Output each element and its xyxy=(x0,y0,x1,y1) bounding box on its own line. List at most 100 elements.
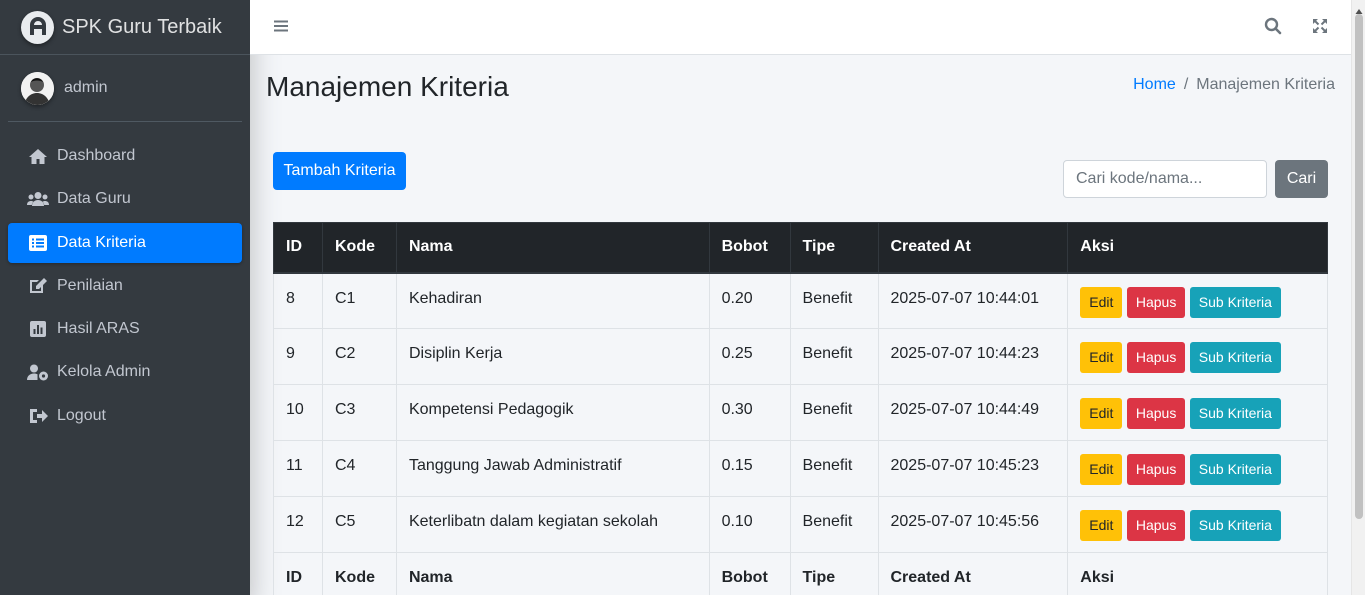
home-icon xyxy=(27,147,49,165)
table-row: 10 C3 Kompetensi Pedagogik 0.30 Benefit … xyxy=(273,384,1328,441)
sidebar-item-kelola-admin[interactable]: Kelola Admin xyxy=(8,352,242,392)
cell-nama: Kompetensi Pedagogik xyxy=(395,384,710,441)
bars-icon[interactable] xyxy=(273,18,289,34)
cell-aksi: Edit Hapus Sub Kriteria xyxy=(1067,440,1328,497)
search-button[interactable]: Cari xyxy=(1275,160,1328,198)
cell-tipe: Benefit xyxy=(789,272,879,329)
sub-kriteria-button[interactable]: Sub Kriteria xyxy=(1189,510,1281,541)
sidebar-item-label: Data Guru xyxy=(57,190,131,208)
cell-bobot: 0.15 xyxy=(708,440,791,497)
cell-kode: C4 xyxy=(321,440,397,497)
delete-button[interactable]: Hapus xyxy=(1126,510,1186,541)
search-icon[interactable] xyxy=(1264,17,1282,35)
cell-tipe: Benefit xyxy=(789,384,879,441)
page-scrollbar[interactable] xyxy=(1351,0,1365,595)
user-cog-icon xyxy=(27,363,49,381)
user-name: admin xyxy=(64,79,108,96)
cell-bobot: 0.30 xyxy=(708,384,791,441)
sub-kriteria-button[interactable]: Sub Kriteria xyxy=(1189,342,1281,373)
kriteria-table: ID Kode Nama Bobot Tipe Created At Aksi … xyxy=(273,222,1328,595)
expand-icon[interactable] xyxy=(1311,17,1329,35)
cell-created-at: 2025-07-07 10:44:49 xyxy=(877,384,1069,441)
main-content: Manajemen Kriteria Home / Manajemen Krit… xyxy=(250,55,1351,595)
list-icon xyxy=(27,234,49,252)
cell-nama: Keterlibatn dalam kegiatan sekolah xyxy=(395,496,710,553)
breadcrumb-current: Manajemen Kriteria xyxy=(1196,76,1335,93)
cell-bobot: 0.10 xyxy=(708,496,791,553)
sub-kriteria-button[interactable]: Sub Kriteria xyxy=(1189,454,1281,485)
cell-kode: C5 xyxy=(321,496,397,553)
header-bobot: Bobot xyxy=(708,222,791,274)
cell-aksi: Edit Hapus Sub Kriteria xyxy=(1067,496,1328,553)
cell-bobot: 0.20 xyxy=(708,272,791,329)
user-panel[interactable]: admin xyxy=(8,55,242,122)
cell-created-at: 2025-07-07 10:45:23 xyxy=(877,440,1069,497)
footer-kode: Kode xyxy=(321,552,397,595)
footer-tipe: Tipe xyxy=(789,552,879,595)
sidebar-nav: Dashboard Data Guru Data Kriteria Penila… xyxy=(0,122,250,436)
sign-out-icon xyxy=(27,407,49,425)
delete-button[interactable]: Hapus xyxy=(1126,342,1186,373)
brand-link[interactable]: SPK Guru Terbaik xyxy=(0,0,250,55)
add-kriteria-button[interactable]: Tambah Kriteria xyxy=(273,152,406,190)
kriteria-table-wrapper: ID Kode Nama Bobot Tipe Created At Aksi … xyxy=(273,222,1328,595)
chart-icon xyxy=(27,320,49,338)
cell-tipe: Benefit xyxy=(789,496,879,553)
brand-name: SPK Guru Terbaik xyxy=(62,15,222,38)
header-nama: Nama xyxy=(395,222,710,274)
cell-bobot: 0.25 xyxy=(708,328,791,385)
sidebar-item-hasil-aras[interactable]: Hasil ARAS xyxy=(8,309,242,349)
edit-button[interactable]: Edit xyxy=(1080,286,1123,318)
sidebar-item-data-kriteria[interactable]: Data Kriteria xyxy=(8,222,242,263)
header-id: ID xyxy=(273,222,323,274)
edit-button[interactable]: Edit xyxy=(1080,510,1123,541)
table-row: 9 C2 Disiplin Kerja 0.25 Benefit 2025-07… xyxy=(273,328,1328,385)
scrollbar-thumb[interactable] xyxy=(1355,14,1363,519)
delete-button[interactable]: Hapus xyxy=(1126,286,1186,318)
sidebar-item-penilaian[interactable]: Penilaian xyxy=(8,266,242,306)
edit-icon xyxy=(27,277,49,295)
cell-id: 9 xyxy=(273,328,323,385)
cell-aksi: Edit Hapus Sub Kriteria xyxy=(1067,272,1328,329)
breadcrumb-separator: / xyxy=(1183,76,1189,93)
scroll-up-arrow-icon[interactable] xyxy=(1355,3,1363,14)
edit-button[interactable]: Edit xyxy=(1080,342,1123,373)
table-row: 12 C5 Keterlibatn dalam kegiatan sekolah… xyxy=(273,496,1328,553)
cell-created-at: 2025-07-07 10:45:56 xyxy=(877,496,1069,553)
sub-kriteria-button[interactable]: Sub Kriteria xyxy=(1189,398,1281,429)
breadcrumb-home-link[interactable]: Home xyxy=(1133,76,1176,94)
delete-button[interactable]: Hapus xyxy=(1126,454,1186,485)
user-avatar xyxy=(21,71,54,105)
footer-created-at: Created At xyxy=(877,552,1069,595)
delete-button[interactable]: Hapus xyxy=(1126,398,1186,429)
edit-button[interactable]: Edit xyxy=(1080,454,1123,485)
footer-nama: Nama xyxy=(395,552,710,595)
table-header-row: ID Kode Nama Bobot Tipe Created At Aksi xyxy=(273,222,1328,274)
header-created-at: Created At xyxy=(877,222,1069,274)
cell-id: 11 xyxy=(273,440,323,497)
cell-tipe: Benefit xyxy=(789,328,879,385)
sidebar-item-dashboard[interactable]: Dashboard xyxy=(8,136,242,176)
edit-button[interactable]: Edit xyxy=(1080,398,1123,429)
search-input[interactable] xyxy=(1063,160,1267,198)
cell-kode: C1 xyxy=(321,272,397,329)
sub-kriteria-button[interactable]: Sub Kriteria xyxy=(1189,286,1281,318)
cell-id: 8 xyxy=(273,272,323,329)
cell-created-at: 2025-07-07 10:44:23 xyxy=(877,328,1069,385)
sidebar: SPK Guru Terbaik admin Dashboard Data Gu… xyxy=(0,0,250,595)
cell-id: 12 xyxy=(273,496,323,553)
users-icon xyxy=(27,190,49,208)
table-row: 8 C1 Kehadiran 0.20 Benefit 2025-07-07 1… xyxy=(273,272,1328,329)
cell-aksi: Edit Hapus Sub Kriteria xyxy=(1067,384,1328,441)
cell-kode: C2 xyxy=(321,328,397,385)
sidebar-item-label: Data Kriteria xyxy=(57,233,146,251)
footer-bobot: Bobot xyxy=(708,552,791,595)
sidebar-item-label: Logout xyxy=(57,406,106,424)
sidebar-item-logout[interactable]: Logout xyxy=(8,396,242,436)
cell-created-at: 2025-07-07 10:44:01 xyxy=(877,272,1069,329)
footer-aksi: Aksi xyxy=(1067,552,1328,595)
page-title: Manajemen Kriteria xyxy=(266,71,509,102)
sidebar-item-label: Hasil ARAS xyxy=(57,320,140,338)
breadcrumb: Home / Manajemen Kriteria xyxy=(1133,76,1335,94)
sidebar-item-data-guru[interactable]: Data Guru xyxy=(8,179,242,219)
